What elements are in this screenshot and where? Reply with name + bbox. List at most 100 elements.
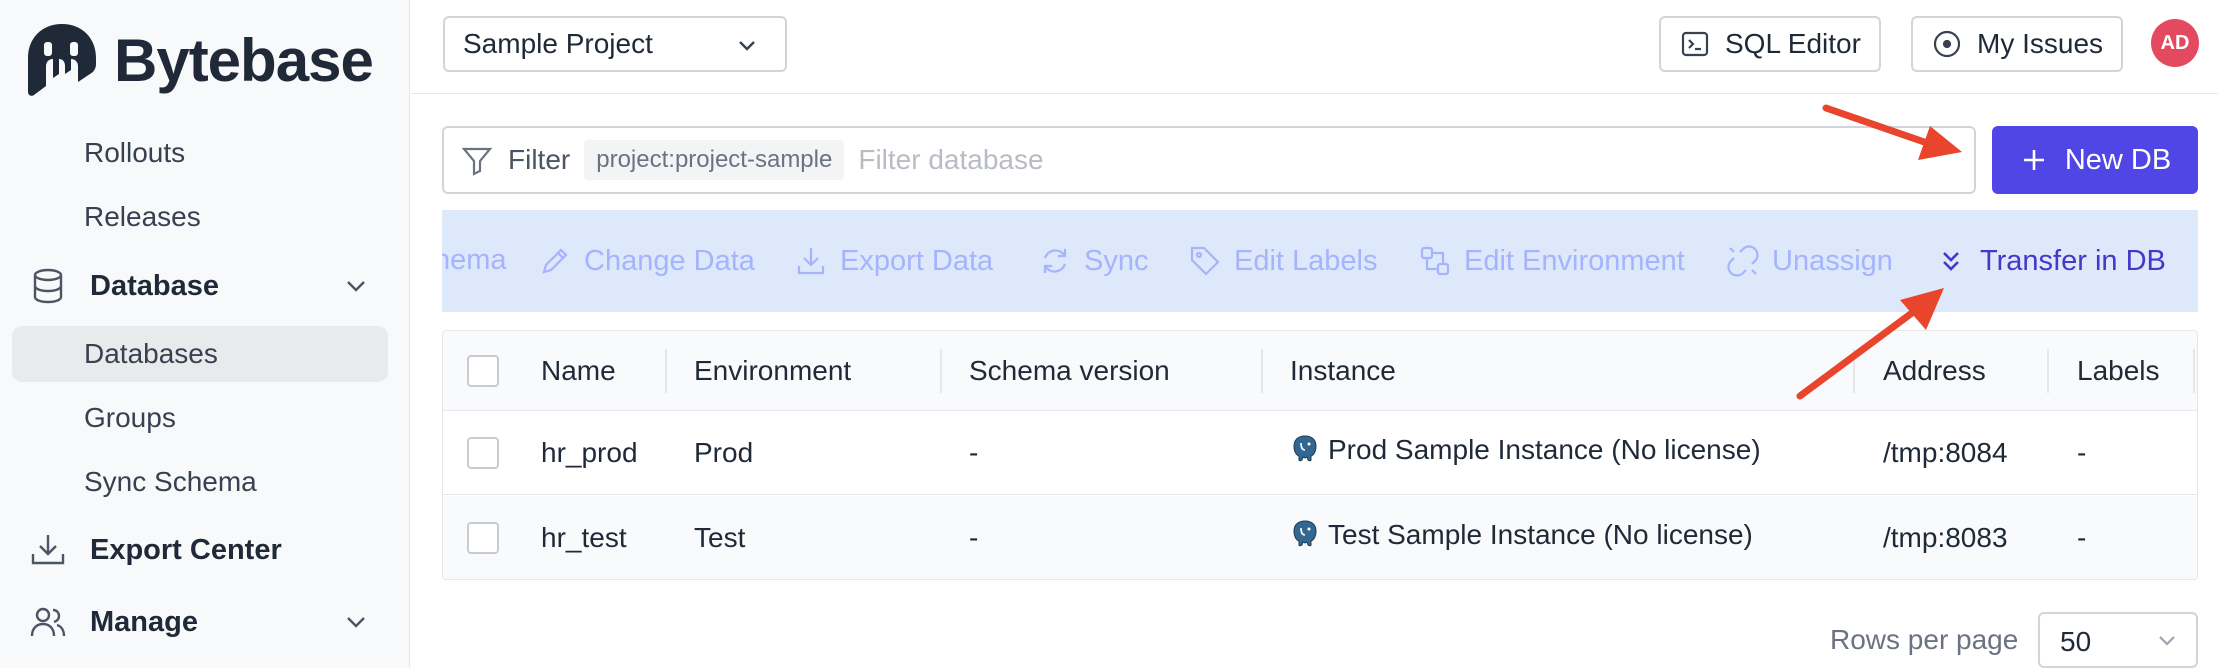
sidebar-item-label: Manage (90, 605, 198, 638)
action-edit-labels[interactable]: Edit Labels (1188, 244, 1378, 278)
action-label: Transfer in DB (1980, 244, 2166, 277)
action-label: hema (442, 244, 507, 276)
tag-icon (1190, 246, 1220, 276)
new-db-button[interactable]: New DB (1992, 126, 2198, 194)
action-label: Edit Labels (1234, 244, 1378, 277)
project-select-value: Sample Project (463, 28, 653, 59)
cell-schema-version: - (969, 437, 979, 468)
column-header-environment[interactable]: Environment (694, 355, 851, 387)
cell-labels: - (2077, 522, 2087, 553)
action-sync[interactable]: Sync (1038, 244, 1148, 278)
sql-editor-label: SQL Editor (1725, 28, 1861, 59)
database-icon (33, 268, 63, 304)
column-header-address[interactable]: Address (1883, 355, 1986, 387)
sidebar-item-label: Database (90, 269, 219, 302)
column-divider (1261, 349, 1263, 393)
postgresql-icon (1293, 520, 1317, 547)
column-divider (2047, 349, 2049, 393)
sidebar-item-sync-schema[interactable]: Sync Schema (84, 466, 257, 498)
sidebar-item-label: Export Center (90, 533, 282, 566)
select-all-checkbox[interactable] (467, 355, 499, 387)
table-row[interactable]: hr_prod Prod - Prod Sample Instance (No … (443, 411, 2197, 495)
cell-environment: Test (694, 522, 746, 553)
postgresql-icon (1293, 435, 1317, 462)
cell-environment: Prod (694, 437, 754, 468)
column-divider (665, 349, 667, 393)
database-table: Name Environment Schema version Instance… (442, 330, 2198, 580)
environment-icon (1420, 246, 1450, 276)
action-sync-schema[interactable]: hema (442, 244, 507, 277)
table-row[interactable]: hr_test Test - Test Sample Instance (No … (443, 496, 2197, 579)
sidebar-item-rollouts[interactable]: Rollouts (84, 137, 185, 169)
cell-schema-version: - (969, 522, 979, 553)
action-label: Sync (1084, 244, 1149, 277)
column-header-instance[interactable]: Instance (1290, 355, 1396, 387)
sidebar-item-releases[interactable]: Releases (84, 201, 201, 233)
action-label: Change Data (584, 244, 755, 277)
brand-name: Bytebase (114, 26, 374, 94)
chevron-down-icon (2159, 636, 2175, 646)
action-edit-environment[interactable]: Edit Environment (1418, 244, 1685, 278)
action-label: Unassign (1772, 244, 1893, 277)
plus-icon (2023, 150, 2044, 170)
terminal-icon (1681, 31, 1709, 57)
project-select[interactable]: Sample Project (443, 16, 787, 72)
sql-editor-button[interactable]: SQL Editor (1659, 16, 1881, 72)
chevrons-down-icon (1943, 252, 1959, 271)
cell-address: /tmp:8084 (1883, 437, 2008, 468)
column-divider (940, 349, 942, 393)
cell-name[interactable]: hr_test (541, 522, 627, 554)
unlink-icon (1727, 245, 1759, 277)
my-issues-label: My Issues (1977, 28, 2104, 59)
rows-per-page-value: 50 (2060, 626, 2092, 657)
users-icon (30, 607, 66, 637)
action-export-data[interactable]: Export Data (794, 244, 993, 278)
sidebar-item-database[interactable]: Database (28, 266, 219, 306)
action-label: Export Data (840, 244, 994, 277)
rows-per-page-label: Rows per page (1830, 624, 2019, 655)
action-transfer-in-db[interactable]: Transfer in DB (1934, 244, 2166, 278)
table-header: Name Environment Schema version Instance… (443, 331, 2197, 411)
column-header-name[interactable]: Name (541, 355, 616, 387)
database-filter[interactable]: Filter project:project-sample (442, 126, 1976, 194)
cell-name[interactable]: hr_prod (541, 437, 638, 469)
my-issues-button[interactable]: My Issues (1911, 16, 2124, 72)
filter-label: Filter (508, 144, 571, 175)
column-header-labels[interactable]: Labels (2077, 355, 2160, 387)
sidebar-item-databases[interactable]: Databases (84, 338, 218, 370)
filter-input[interactable] (858, 144, 1958, 176)
action-unassign[interactable]: Unassign (1726, 244, 1893, 278)
cell-instance[interactable]: Prod Sample Instance (No license) (1290, 433, 1761, 466)
column-divider (1853, 349, 1855, 393)
column-divider (2193, 349, 2195, 393)
chevron-down-icon[interactable] (340, 606, 372, 638)
filter-tag[interactable]: project:project-sample (584, 140, 845, 180)
batch-action-bar: hema Change Data Export Data Sync Edit L… (442, 210, 2198, 312)
cell-instance[interactable]: Test Sample Instance (No license) (1290, 518, 1753, 551)
instance-name: Prod Sample Instance (No license) (1328, 434, 1761, 465)
rows-per-page-select[interactable]: 50 (2038, 612, 2198, 668)
row-checkbox[interactable] (467, 437, 499, 469)
sidebar-item-groups[interactable]: Groups (84, 402, 176, 434)
cell-labels: - (2077, 437, 2087, 468)
pencil-icon (542, 248, 568, 274)
bytebase-logo-icon (28, 24, 96, 96)
cell-address: /tmp:8083 (1883, 522, 2008, 553)
new-db-label: New DB (2064, 143, 2172, 176)
filter-icon (461, 147, 493, 176)
chevron-down-icon (739, 41, 755, 51)
action-change-data[interactable]: Change Data (538, 244, 755, 278)
brand-logo[interactable]: Bytebase (24, 20, 374, 100)
top-bar: Sample Project SQL Editor My Issues AD (411, 0, 2218, 94)
sidebar: Bytebase Rollouts Releases Database Data… (0, 0, 410, 668)
instance-name: Test Sample Instance (No license) (1328, 519, 1753, 550)
refresh-icon (1043, 249, 1067, 273)
column-header-schema-version[interactable]: Schema version (969, 355, 1170, 387)
sidebar-item-export-center[interactable]: Export Center (28, 530, 282, 570)
sidebar-item-manage[interactable]: Manage (28, 602, 198, 642)
download-icon (31, 535, 65, 565)
row-checkbox[interactable] (467, 522, 499, 554)
chevron-down-icon[interactable] (340, 270, 372, 302)
action-label: Edit Environment (1464, 244, 1685, 277)
avatar[interactable]: AD (2151, 19, 2199, 67)
